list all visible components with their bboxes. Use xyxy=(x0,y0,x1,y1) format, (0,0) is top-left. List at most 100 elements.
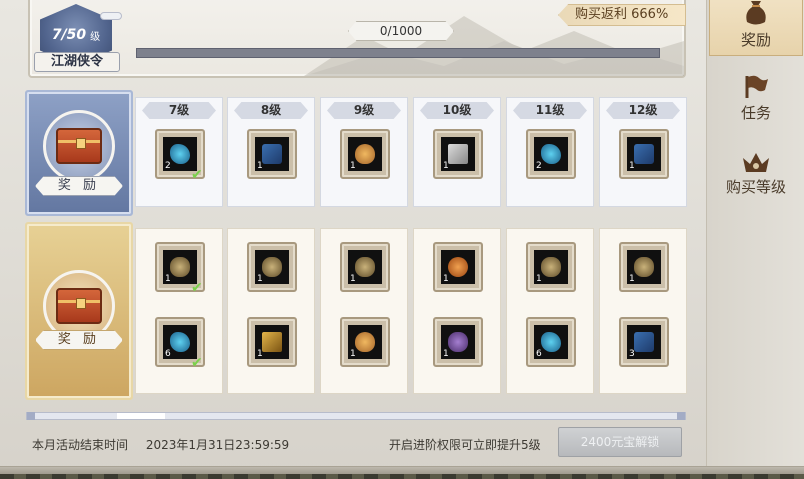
reward-slot[interactable]: 3 xyxy=(619,317,669,367)
reward-item-frame: 1 xyxy=(255,325,289,359)
tab-buy-level[interactable]: 购买等级 xyxy=(707,150,804,197)
free-chest-frame xyxy=(43,110,115,182)
item-count: 1 xyxy=(257,274,263,284)
reward-slot[interactable]: 2 xyxy=(526,129,576,179)
item-count: 3 xyxy=(629,349,635,359)
claimed-check-icon: ✔ xyxy=(191,280,203,296)
reward-slot[interactable]: 1 xyxy=(433,242,483,292)
item-count: 6 xyxy=(165,349,171,359)
free-reward-column: 7级 2 ✔ xyxy=(135,97,223,207)
upgrade-hint: 开启进阶权限可立即提升5级 xyxy=(389,438,541,452)
reward-slot[interactable]: 1 xyxy=(247,242,297,292)
item-count: 6 xyxy=(536,349,542,359)
level-tag: 7级 xyxy=(142,102,216,119)
paid-reward-column: 11 xyxy=(227,228,315,394)
item-count: 1 xyxy=(350,161,356,171)
flag-icon xyxy=(745,75,768,98)
reward-item-frame: 1 xyxy=(163,250,197,284)
exp-counter: 0/1000 xyxy=(348,21,454,41)
reward-item-frame: 1 xyxy=(348,250,382,284)
blue-scroll-icon xyxy=(634,144,654,164)
item-count: 1 xyxy=(257,161,263,171)
paid-reward-column: 16 xyxy=(506,228,594,394)
tab-task[interactable]: 任务 xyxy=(707,74,804,123)
reward-slot[interactable]: 1 xyxy=(433,317,483,367)
reward-slot[interactable]: 1 xyxy=(433,129,483,179)
gold-bags-icon xyxy=(170,257,190,277)
reward-slot[interactable]: 1 xyxy=(340,129,390,179)
tab-buy-level-label: 购买等级 xyxy=(725,178,786,196)
money-bag-icon xyxy=(746,1,766,25)
unlock-button[interactable]: 2400元宝解锁 xyxy=(558,427,682,457)
reward-slot[interactable]: 6 xyxy=(526,317,576,367)
reward-slot[interactable]: 1 xyxy=(619,242,669,292)
gold-bags-icon xyxy=(262,257,282,277)
horizontal-scrollbar[interactable] xyxy=(26,412,686,420)
item-count: 1 xyxy=(257,349,263,359)
paid-reward-column: 13 xyxy=(599,228,687,394)
reward-item-frame: 2 xyxy=(534,137,568,171)
reward-item-frame: 1 xyxy=(441,325,475,359)
scroll-left-arrow-icon[interactable] xyxy=(27,412,35,420)
level-tag: 9级 xyxy=(327,102,401,119)
reward-slot[interactable]: 1 ✔ xyxy=(155,242,205,296)
golden-chest-icon xyxy=(56,288,102,324)
activity-end-time: 本月活动结束时间 2023年1月31日23:59:59 xyxy=(32,436,289,453)
item-count: 1 xyxy=(443,274,449,284)
reward-slot[interactable]: 6 ✔ xyxy=(155,317,205,370)
book-icon xyxy=(448,144,468,164)
claimed-check-icon: ✔ xyxy=(191,167,203,183)
scroll-right-arrow-icon[interactable] xyxy=(677,412,685,420)
gold-scroll-icon xyxy=(262,332,282,352)
reward-slot[interactable]: 1 xyxy=(247,129,297,179)
paid-reward-column: 11 xyxy=(413,228,501,394)
cloud-ornament-icon xyxy=(100,12,122,20)
bottom-border-strip xyxy=(0,466,804,479)
scroll-thumb[interactable] xyxy=(117,413,165,419)
reward-item-frame: 2 xyxy=(163,137,197,171)
level-tag: 12级 xyxy=(606,102,680,119)
reward-slot[interactable]: 1 xyxy=(247,317,297,367)
item-count: 1 xyxy=(629,161,635,171)
end-time-label: 本月活动结束时间 xyxy=(32,438,129,452)
free-reward-column: 10级 1 xyxy=(413,97,501,207)
reward-item-frame: 1 xyxy=(255,250,289,284)
blue-gem-icon xyxy=(170,332,190,352)
exp-progress-bar xyxy=(136,48,660,58)
pass-name-ribbon: 江湖侠令 xyxy=(34,52,120,72)
reward-item-frame: 1 xyxy=(441,137,475,171)
free-reward-column: 11级 2 xyxy=(506,97,594,207)
reward-item-frame: 1 xyxy=(255,137,289,171)
level-tag: 8级 xyxy=(234,102,308,119)
blue-gem-icon xyxy=(541,332,561,352)
reward-slot[interactable]: 1 xyxy=(526,242,576,292)
level-unit-text: 级 xyxy=(90,31,101,43)
item-count: 1 xyxy=(443,349,449,359)
paid-reward-label: 奖 励 xyxy=(35,330,123,350)
blue-scroll-icon xyxy=(262,144,282,164)
reward-slot[interactable]: 2 ✔ xyxy=(155,129,205,183)
tab-reward[interactable]: 奖励 xyxy=(709,0,803,56)
paid-reward-column: 1 ✔ 6 ✔ xyxy=(135,228,223,394)
reward-slot[interactable]: 1 xyxy=(340,242,390,292)
free-reward-column: 8级 1 xyxy=(227,97,315,207)
reward-slot[interactable]: 1 xyxy=(619,129,669,179)
reward-slot[interactable]: 1 xyxy=(340,317,390,367)
item-count: 1 xyxy=(350,349,356,359)
tab-task-label: 任务 xyxy=(740,104,771,122)
gold-bags-icon xyxy=(634,257,654,277)
blue-scroll-icon xyxy=(634,332,654,352)
free-reward-label: 奖 励 xyxy=(35,176,123,196)
item-count: 1 xyxy=(165,274,171,284)
item-count: 1 xyxy=(629,274,635,284)
red-chest-icon xyxy=(56,128,102,164)
free-reward-column: 9级 1 xyxy=(320,97,408,207)
paid-reward-header: 奖 励 xyxy=(25,222,133,400)
gold-bags-icon xyxy=(355,257,375,277)
reward-item-frame: 1 xyxy=(534,250,568,284)
blue-gem-icon xyxy=(170,144,190,164)
item-count: 2 xyxy=(165,161,171,171)
reward-item-frame: 6 xyxy=(534,325,568,359)
orange-pouch-icon xyxy=(448,257,468,277)
level-tag: 11级 xyxy=(513,102,587,119)
